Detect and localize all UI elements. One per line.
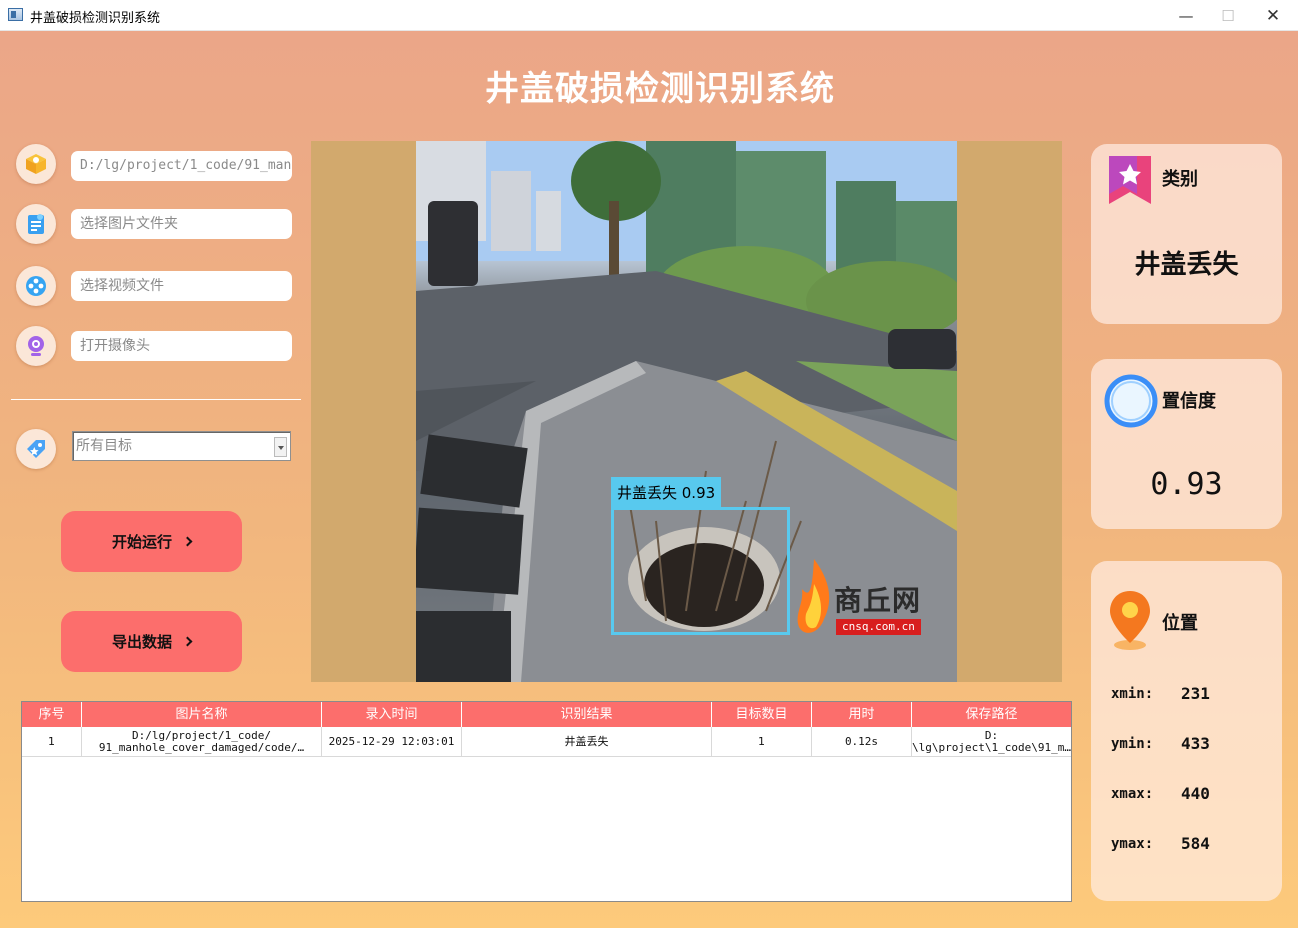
- position-label: 位置: [1162, 613, 1198, 634]
- xmin-row: xmin: 231: [1111, 684, 1210, 703]
- webcam-icon[interactable]: [16, 326, 56, 366]
- image-viewer: 井盖丢失 0.93 商丘网 cnsq.com.cn: [311, 141, 1062, 682]
- tag-icon: [16, 429, 56, 469]
- xmax-label: xmax:: [1111, 786, 1154, 802]
- chevron-right-icon: [182, 536, 193, 547]
- cell-name: D:/lg/project/1_code/ 91_manhole_cover_d…: [82, 727, 322, 757]
- xmax-value: 440: [1181, 784, 1210, 803]
- image-file-icon[interactable]: [16, 144, 56, 184]
- confidence-card: 置信度 0.93: [1091, 359, 1282, 529]
- watermark-text: 商丘网: [834, 584, 922, 617]
- window-titlebar: 井盖破损检测识别系统 — ☐ ✕: [0, 0, 1298, 31]
- detection-image: 井盖丢失 0.93 商丘网 cnsq.com.cn: [416, 141, 957, 682]
- video-icon[interactable]: [16, 266, 56, 306]
- xmin-label: xmin:: [1111, 686, 1154, 702]
- header-index[interactable]: 序号: [22, 702, 82, 727]
- start-button[interactable]: 开始运行: [61, 511, 242, 572]
- location-pin-icon: [1110, 591, 1150, 650]
- export-button-label: 导出数据: [111, 633, 172, 651]
- table-header: 序号 图片名称 录入时间 识别结果 目标数目 用时 保存路径: [22, 702, 1071, 727]
- ymax-row: ymax: 584: [1111, 834, 1210, 853]
- header-name[interactable]: 图片名称: [82, 702, 322, 727]
- table-row[interactable]: 1 D:/lg/project/1_code/ 91_manhole_cover…: [22, 727, 1071, 757]
- header-result[interactable]: 识别结果: [462, 702, 712, 727]
- results-table[interactable]: 序号 图片名称 录入时间 识别结果 目标数目 用时 保存路径 1 D:/lg/p…: [21, 701, 1072, 902]
- chevron-down-icon[interactable]: [274, 437, 287, 457]
- close-button[interactable]: ✕: [1250, 0, 1296, 31]
- cell-index: 1: [22, 727, 82, 757]
- image-path-input[interactable]: D:/lg/project/1_code/91_manhole_cover_da…: [71, 151, 292, 181]
- ymin-value: 433: [1181, 734, 1210, 753]
- cell-result: 井盖丢失: [462, 727, 712, 757]
- flame-logo-icon: [797, 559, 830, 633]
- xmax-row: xmax: 440: [1111, 784, 1210, 803]
- app-title: 井盖破损检测识别系统: [485, 69, 835, 109]
- cell-count: 1: [712, 727, 812, 757]
- video-input[interactable]: 选择视频文件: [71, 271, 292, 301]
- xmin-value: 231: [1181, 684, 1210, 703]
- header-time[interactable]: 录入时间: [322, 702, 462, 727]
- target-select[interactable]: 所有目标: [72, 431, 291, 461]
- cell-time: 2025-12-29 12:03:01: [322, 727, 462, 757]
- watermark-url: cnsq.com.cn: [836, 619, 921, 635]
- detection-box: [611, 507, 790, 635]
- detection-label: 井盖丢失 0.93: [611, 477, 722, 509]
- position-card: 位置 xmin: 231 ymin: 433 xmax: 440 ymax: 5…: [1091, 561, 1282, 901]
- window-title: 井盖破损检测识别系统: [30, 11, 161, 26]
- class-card: 类别 井盖丢失: [1091, 144, 1282, 324]
- maximize-button[interactable]: ☐: [1205, 0, 1251, 31]
- header-duration[interactable]: 用时: [812, 702, 912, 727]
- ymax-label: ymax:: [1111, 836, 1154, 852]
- header-path[interactable]: 保存路径: [912, 702, 1071, 727]
- chevron-right-icon: [182, 636, 193, 647]
- cell-path: D: \lg\project\1_code\91_m…: [912, 729, 1071, 754]
- target-select-value: 所有目标: [76, 438, 132, 454]
- confidence-value: 0.93: [1150, 467, 1223, 502]
- folder-input[interactable]: 选择图片文件夹: [71, 209, 292, 239]
- gauge-ring-icon: [1104, 374, 1158, 428]
- confidence-label: 置信度: [1162, 391, 1216, 412]
- bookmark-star-icon: [1109, 156, 1151, 204]
- app-body: 井盖破损检测识别系统 D:/lg/project/1_code/91_manho…: [0, 31, 1298, 928]
- class-value: 井盖丢失: [1134, 250, 1239, 280]
- camera-input[interactable]: 打开摄像头: [71, 331, 292, 361]
- minimize-button[interactable]: —: [1163, 0, 1209, 31]
- ymin-label: ymin:: [1111, 736, 1154, 752]
- ymax-value: 584: [1181, 834, 1210, 853]
- export-button[interactable]: 导出数据: [61, 611, 242, 672]
- ymin-row: ymin: 433: [1111, 734, 1210, 753]
- cell-duration: 0.12s: [812, 727, 912, 757]
- class-label: 类别: [1162, 169, 1198, 190]
- watermark: 商丘网 cnsq.com.cn: [794, 559, 944, 639]
- start-button-label: 开始运行: [111, 533, 172, 551]
- header-count[interactable]: 目标数目: [712, 702, 812, 727]
- divider: [11, 399, 301, 400]
- folder-icon[interactable]: [16, 204, 56, 244]
- app-icon: [8, 8, 23, 21]
